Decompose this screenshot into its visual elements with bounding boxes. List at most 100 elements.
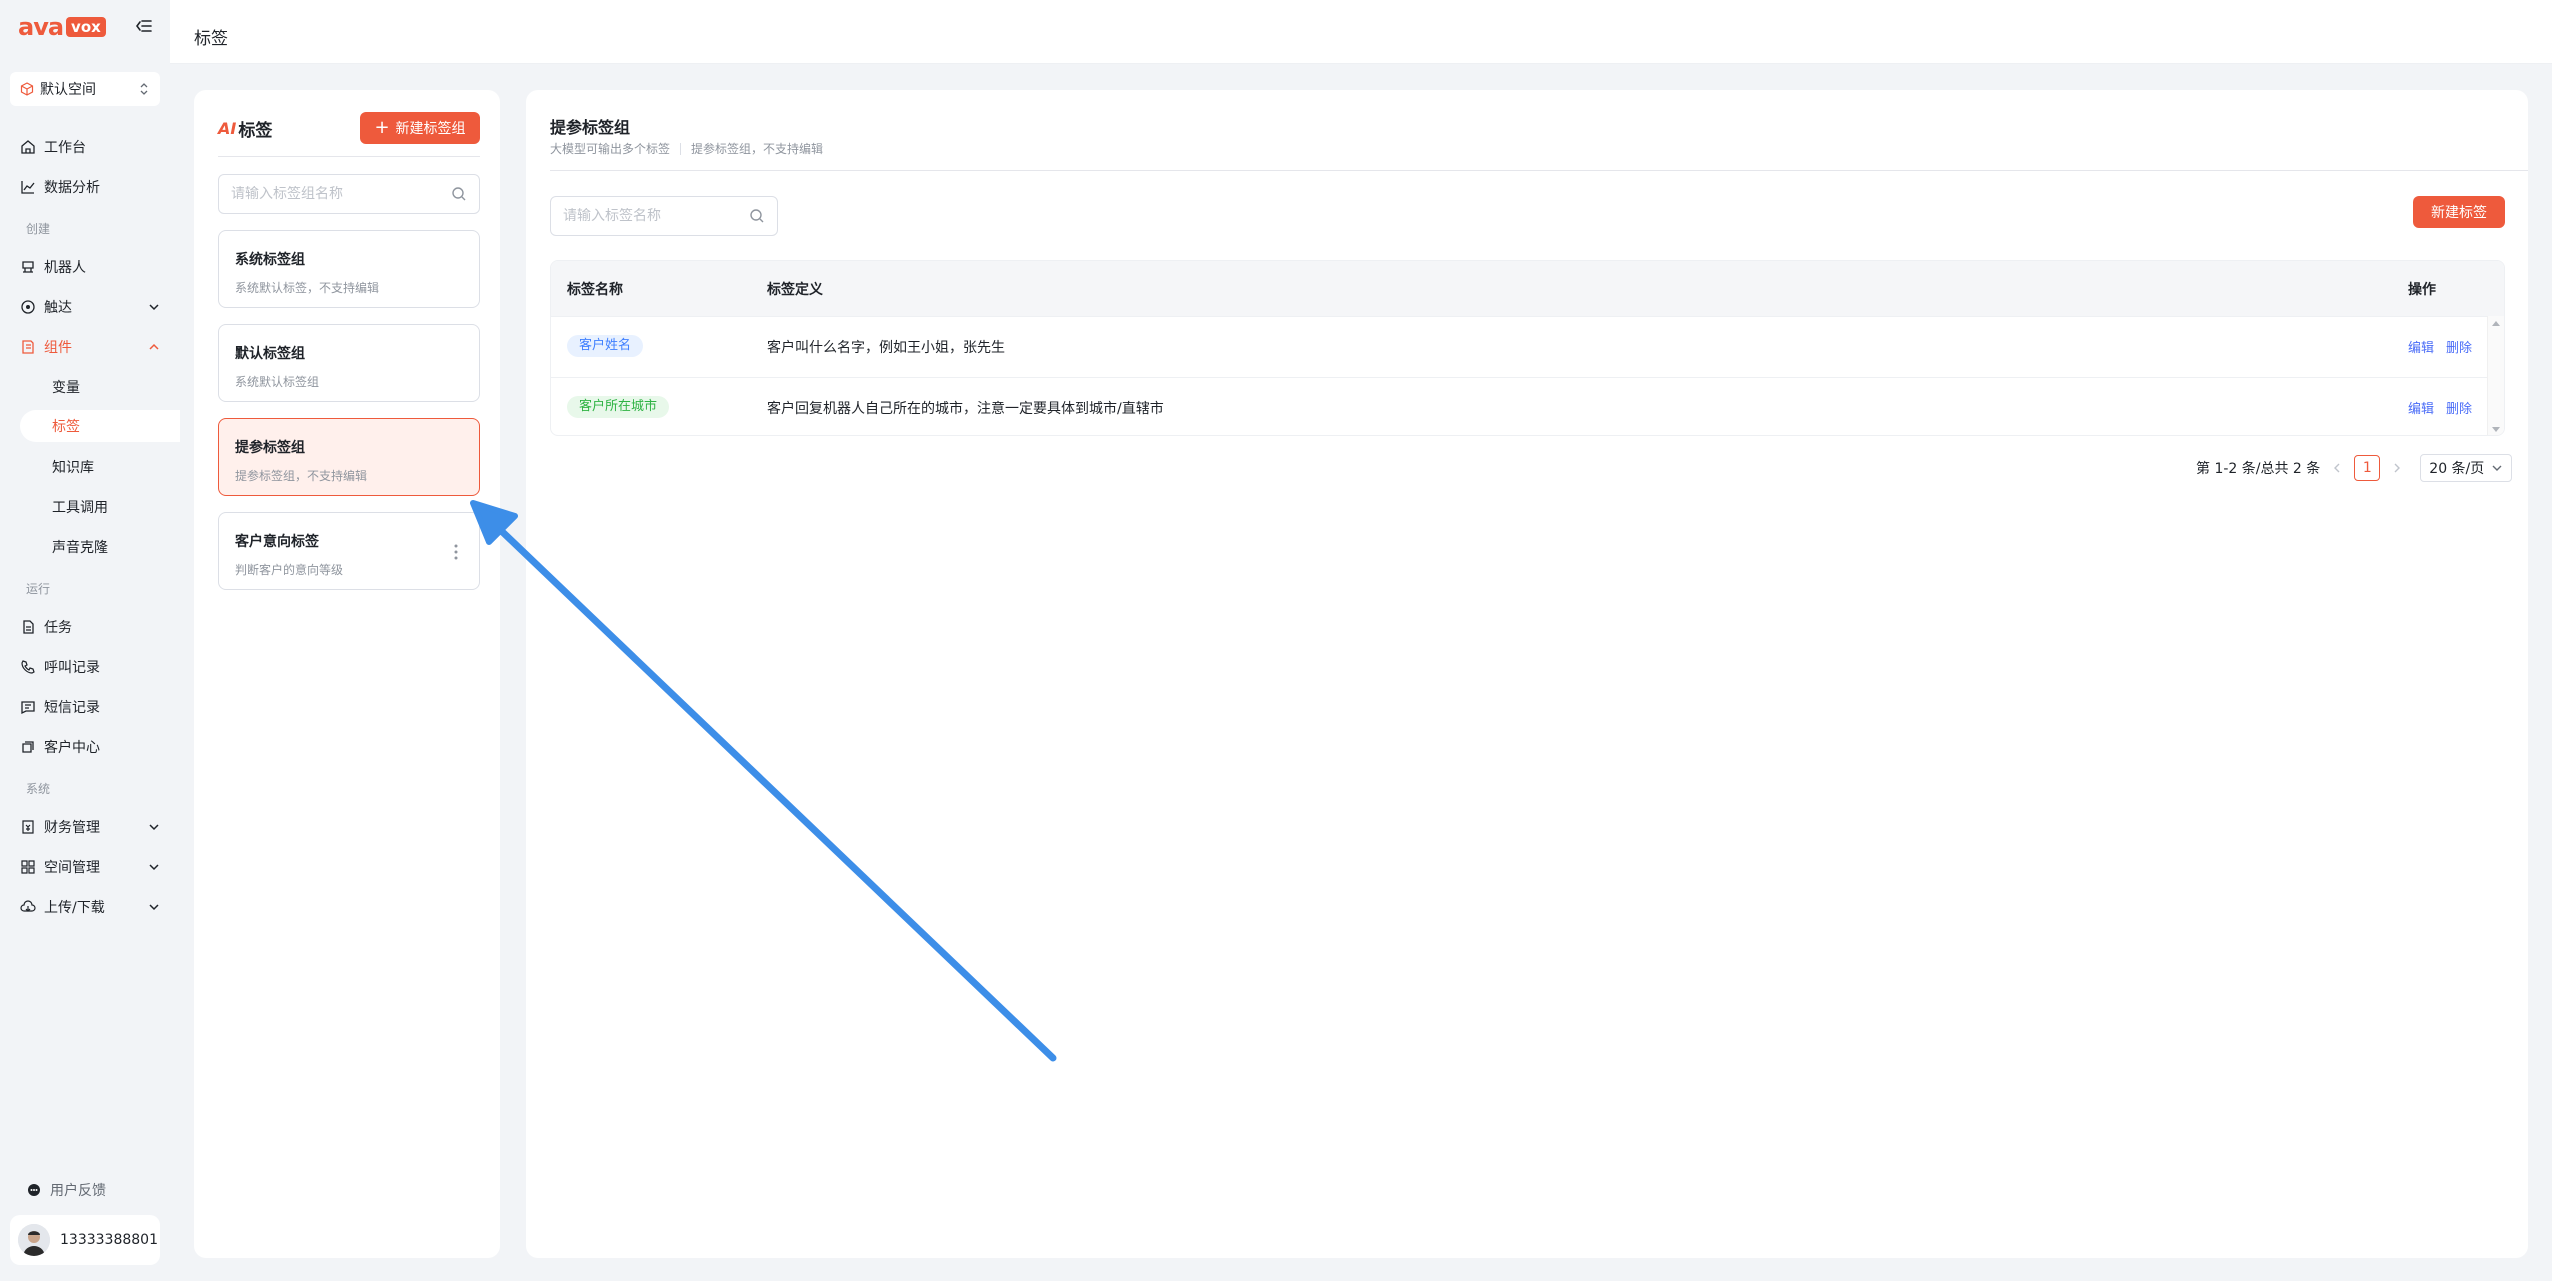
sidebar-item-sms-records[interactable]: 短信记录: [20, 692, 160, 722]
separator: [680, 142, 682, 155]
sidebar-item-label: 任务: [44, 620, 72, 636]
sidebar-item-robot[interactable]: 机器人: [20, 252, 160, 282]
more-vertical-icon[interactable]: [453, 543, 459, 561]
grid-icon: [21, 860, 35, 874]
new-tag-group-button[interactable]: + 新建标签组: [360, 112, 480, 144]
delete-link[interactable]: 删除: [2446, 398, 2472, 417]
updown-chevron-icon: [140, 83, 148, 95]
group-name: 默认标签组: [235, 346, 305, 362]
logo: ava vox: [18, 14, 106, 40]
next-page-icon[interactable]: [2390, 461, 2404, 475]
table-row: 客户所在城市 客户回复机器人自己所在的城市，注意一定要具体到城市/直辖市 编辑 …: [551, 377, 2489, 435]
sidebar-item-reach[interactable]: 触达: [20, 292, 160, 322]
pagination-summary: 第 1-2 条/总共 2 条: [2196, 461, 2321, 477]
sidebar-item-workbench[interactable]: 工作台: [20, 132, 160, 162]
chevron-up-icon: [149, 343, 159, 350]
page-size-value: 20 条/页: [2429, 461, 2485, 477]
sidebar-item-label: 空间管理: [44, 860, 100, 876]
tag-group-card-extraction[interactable]: 提参标签组 提参标签组，不支持编辑: [218, 418, 480, 496]
chart-icon: [21, 181, 35, 194]
subtitle-part-2: 提参标签组，不支持编辑: [691, 142, 824, 156]
book-icon: [22, 340, 34, 354]
sidebar-item-finance[interactable]: 财务管理: [20, 812, 160, 842]
group-desc: 提参标签组，不支持编辑: [235, 469, 368, 483]
chevron-down-icon: [2492, 465, 2502, 471]
space-selector[interactable]: 默认空间: [10, 72, 160, 106]
scroll-up-icon[interactable]: [2492, 320, 2500, 326]
home-icon: [21, 140, 35, 154]
collapse-menu-icon[interactable]: [134, 16, 154, 36]
search-icon[interactable]: [749, 208, 765, 224]
group-desc: 系统默认标签，不支持编辑: [235, 281, 380, 295]
tag-group-search-input[interactable]: [231, 186, 451, 202]
sidebar-subitem-tools[interactable]: 工具调用: [52, 492, 162, 522]
tag-group-header: AI 标签 + 新建标签组: [218, 108, 480, 148]
column-header-actions: 操作: [2408, 281, 2436, 298]
feedback-icon: [28, 1184, 40, 1196]
sidebar-item-components[interactable]: 组件: [20, 332, 160, 362]
group-subtitle: 大模型可输出多个标签 提参标签组，不支持编辑: [550, 140, 823, 157]
logo-tag: vox: [66, 17, 106, 37]
page-title: 标签: [194, 29, 228, 49]
button-label: 新建标签组: [395, 121, 466, 137]
sidebar-item-call-records[interactable]: 呼叫记录: [20, 652, 160, 682]
tag-badge: 客户所在城市: [567, 396, 670, 418]
new-tag-button[interactable]: 新建标签: [2413, 196, 2505, 228]
section-title-run: 运行: [26, 582, 51, 596]
sidebar-item-label: 上传/下载: [44, 900, 105, 916]
tag-group-card-intent[interactable]: 客户意向标签 判断客户的意向等级: [218, 512, 480, 590]
tag-definition: 客户回复机器人自己所在的城市，注意一定要具体到城市/直辖市: [767, 401, 1164, 417]
user-avatar-icon: [18, 1224, 50, 1256]
top-header: 标签: [170, 0, 2552, 64]
feedback-link[interactable]: 用户反馈: [26, 1180, 106, 1200]
prev-page-icon[interactable]: [2330, 461, 2344, 475]
divider: [550, 170, 2528, 171]
table-row: 客户姓名 客户叫什么名字，例如王小姐，张先生 编辑 删除: [551, 316, 2489, 377]
group-name: 客户意向标签: [235, 534, 319, 550]
table-scrollbar[interactable]: [2487, 316, 2504, 435]
sidebar-subitem-variables[interactable]: 变量: [52, 372, 162, 402]
sidebar-item-label: 工作台: [44, 140, 86, 156]
user-card[interactable]: 13333388801: [10, 1215, 160, 1265]
feedback-label: 用户反馈: [50, 1183, 106, 1199]
sidebar-item-analytics[interactable]: 数据分析: [20, 172, 160, 202]
sidebar-item-upload-download[interactable]: 上传/下载: [20, 892, 160, 922]
tag-group-card-default[interactable]: 默认标签组 系统默认标签组: [218, 324, 480, 402]
group-desc: 系统默认标签组: [235, 375, 320, 389]
sidebar-item-label: 触达: [44, 300, 72, 316]
sidebar-item-tasks[interactable]: 任务: [20, 612, 160, 642]
tag-search-input[interactable]: [563, 208, 749, 224]
column-header-definition: 标签定义: [767, 281, 823, 298]
page-number-current[interactable]: 1: [2354, 455, 2381, 481]
delete-link[interactable]: 删除: [2446, 337, 2472, 356]
search-icon[interactable]: [451, 186, 467, 202]
sidebar-item-label: 机器人: [44, 260, 86, 276]
file-icon: [23, 620, 34, 634]
sidebar-subitem-voice-clone[interactable]: 声音克隆: [52, 532, 162, 562]
edit-link[interactable]: 编辑: [2408, 337, 2434, 356]
tag-group-card-system[interactable]: 系统标签组 系统默认标签，不支持编辑: [218, 230, 480, 308]
scroll-down-icon[interactable]: [2492, 427, 2500, 433]
group-name: 系统标签组: [235, 252, 305, 268]
group-desc: 判断客户的意向等级: [235, 563, 344, 577]
edit-link[interactable]: 编辑: [2408, 398, 2434, 417]
signal-icon: [21, 300, 35, 314]
sidebar-subitem-tags[interactable]: 标签: [52, 411, 162, 441]
message-icon: [21, 701, 35, 715]
tag-list-panel: 提参标签组 大模型可输出多个标签 提参标签组，不支持编辑 新建标签 标签名称 标…: [526, 90, 2528, 1258]
logo-text: ava: [18, 13, 64, 41]
phone-icon: [21, 660, 35, 674]
sidebar-item-label: 呼叫记录: [44, 660, 100, 676]
section-title-create: 创建: [26, 222, 51, 236]
sidebar-item-customers[interactable]: 客户中心: [20, 732, 160, 762]
space-name: 默认空间: [40, 82, 96, 98]
table-header: 标签名称 标签定义 操作: [551, 261, 2504, 316]
chevron-down-icon: [149, 864, 159, 871]
page-size-select[interactable]: 20 条/页: [2420, 454, 2513, 482]
sidebar-item-label: 客户中心: [44, 740, 100, 756]
sidebar-item-space-management[interactable]: 空间管理: [20, 852, 160, 882]
sidebar-subitem-knowledge[interactable]: 知识库: [52, 452, 162, 482]
tag-group-search[interactable]: [218, 174, 480, 214]
tag-search[interactable]: [550, 196, 778, 236]
tag-group-panel: AI 标签 + 新建标签组 系统标签组 系统默认标签，不支持编辑 默认标签组 系…: [194, 90, 500, 1258]
